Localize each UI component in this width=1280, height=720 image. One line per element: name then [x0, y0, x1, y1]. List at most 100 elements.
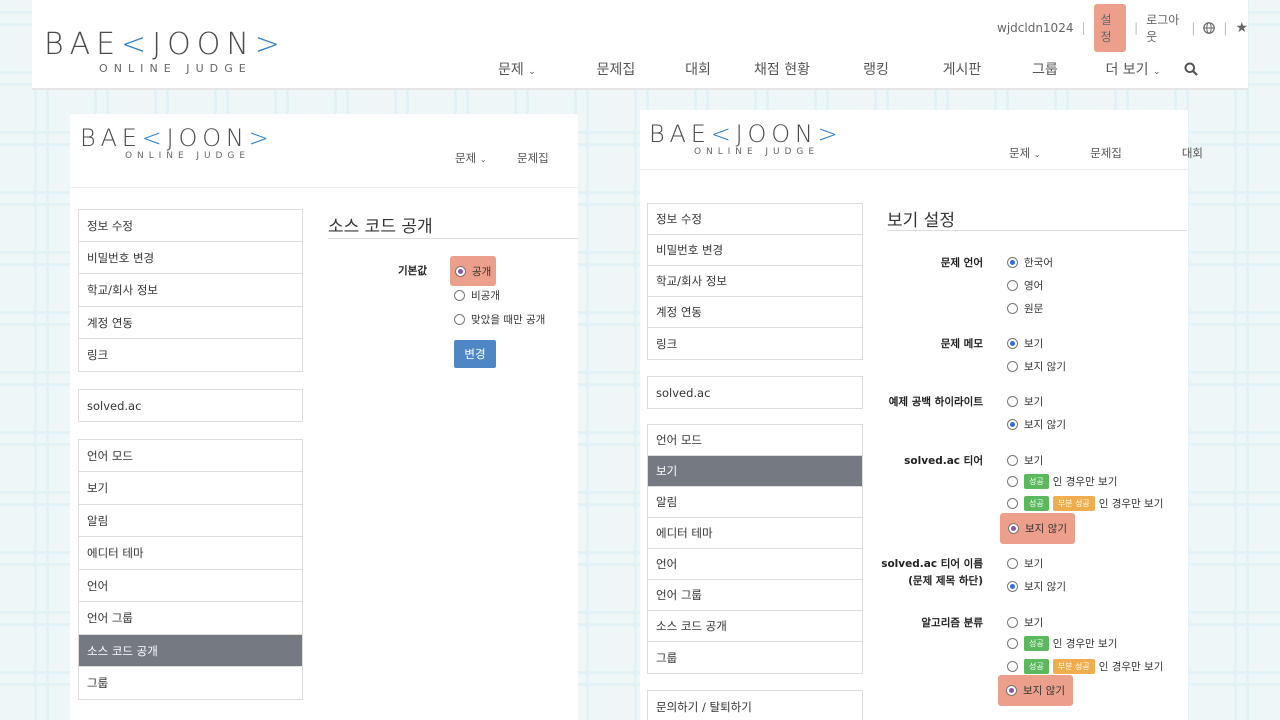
menu-item-language-group[interactable]: 언어 그룹	[648, 580, 862, 611]
globe-icon[interactable]	[1203, 21, 1216, 36]
menu-item-solvedac[interactable]: solved.ac	[79, 390, 302, 421]
menu-item-info[interactable]: 정보 수정	[79, 210, 302, 242]
nav-board[interactable]: 게시판	[922, 59, 1002, 79]
logout-link[interactable]: 로그아웃	[1146, 11, 1183, 45]
chevron-down-icon: ⌄	[1153, 67, 1161, 77]
menu-item-language-mode[interactable]: 언어 모드	[79, 440, 302, 472]
menu-item-oauth[interactable]: 계정 연동	[648, 297, 862, 328]
menu-item-notification[interactable]: 알림	[648, 487, 862, 518]
radio-button[interactable]	[455, 265, 466, 277]
menu-item-language[interactable]: 언어	[648, 549, 862, 580]
menu-item-editor-theme[interactable]: 에디터 테마	[79, 537, 302, 570]
menu-item-code-open[interactable]: 소스 코드 공개	[648, 611, 862, 642]
radio-option-private[interactable]: 비공개	[454, 288, 500, 303]
menu-item-code-open[interactable]: 소스 코드 공개	[79, 635, 302, 667]
radio-option-tier-hide[interactable]: 보지 않기	[1000, 513, 1075, 544]
left-nav: 문제 ⌄ 문제집	[455, 150, 549, 166]
settings-menu-account: 정보 수정 비밀번호 변경 학교/회사 정보 계정 연동 링크	[647, 203, 863, 360]
radio-option-tier-partial[interactable]: 성공 부분 성공 인 경우만 보기	[1007, 496, 1163, 511]
site-logo[interactable]: BAE<JOON> ONLINE JUDGE	[80, 126, 274, 161]
nav-workbook[interactable]: 문제집	[1071, 145, 1141, 161]
field-label-lang: 문제 언어	[940, 257, 983, 269]
radio-option-tiername-show[interactable]: 보기	[1007, 556, 1043, 571]
section-title: 보기 설정	[887, 211, 955, 231]
search-icon[interactable]	[1184, 61, 1198, 77]
menu-item-language[interactable]: 언어	[79, 570, 302, 602]
username-link[interactable]: wjdcldn1024	[997, 21, 1073, 35]
menu-item-oauth[interactable]: 계정 연동	[79, 307, 302, 339]
settings-link[interactable]: 설정	[1093, 4, 1127, 52]
menu-item-language-group[interactable]: 언어 그룹	[79, 602, 302, 635]
nav-ranking[interactable]: 랭킹	[830, 59, 922, 79]
radio-button[interactable]	[454, 290, 465, 301]
radio-option-algo-partial[interactable]: 성공 부분 성공 인 경우만 보기	[1007, 659, 1163, 674]
radio-button[interactable]	[1007, 498, 1018, 509]
radio-button[interactable]	[1007, 638, 1018, 649]
radio-option-ac-only[interactable]: 맞았을 때만 공개	[454, 312, 545, 327]
radio-option-algo-show[interactable]: 보기	[1007, 615, 1043, 630]
settings-menu-preferences: 언어 모드 보기 알림 에디터 테마 언어 언어 그룹 소스 코드 공개 그룹	[78, 439, 303, 700]
radio-option-algo-hide[interactable]: 보지 않기	[998, 675, 1073, 706]
site-logo[interactable]: BAE<JOON> ONLINE JUDGE	[44, 30, 286, 75]
menu-item-inquiry[interactable]: 문의하기 / 탈퇴하기	[648, 691, 862, 720]
radio-option-public[interactable]: 공개	[450, 256, 497, 286]
nav-workbook[interactable]: 문제집	[517, 150, 549, 166]
nav-contest[interactable]: 대회	[1141, 145, 1203, 161]
radio-option-memo-show[interactable]: 보기	[1007, 336, 1043, 351]
radio-button[interactable]	[1007, 661, 1018, 672]
radio-option-memo-hide[interactable]: 보지 않기	[1007, 359, 1066, 374]
radio-button[interactable]	[454, 314, 465, 325]
menu-item-group[interactable]: 그룹	[79, 667, 302, 699]
radio-option-space-show[interactable]: 보기	[1007, 394, 1043, 409]
radio-option-tier-success[interactable]: 성공 인 경우만 보기	[1007, 474, 1117, 489]
menu-item-link[interactable]: 링크	[648, 328, 862, 359]
radio-button[interactable]	[1007, 455, 1018, 466]
radio-option-english[interactable]: 영어	[1007, 278, 1043, 293]
radio-button[interactable]	[1007, 419, 1018, 430]
nav-more[interactable]: 더 보기 ⌄	[1088, 59, 1178, 79]
radio-button[interactable]	[1007, 617, 1018, 628]
nav-group[interactable]: 그룹	[1002, 59, 1088, 79]
menu-item-link[interactable]: 링크	[79, 339, 302, 371]
radio-option-original[interactable]: 원문	[1007, 301, 1043, 316]
nav-problems[interactable]: 문제 ⌄	[498, 59, 570, 79]
radio-option-tiername-hide[interactable]: 보지 않기	[1007, 579, 1066, 594]
radio-button[interactable]	[1007, 581, 1018, 592]
menu-item-notification[interactable]: 알림	[79, 505, 302, 537]
site-logo[interactable]: BAE<JOON> ONLINE JUDGE	[649, 122, 843, 157]
menu-item-school[interactable]: 학교/회사 정보	[79, 274, 302, 307]
menu-item-language-mode[interactable]: 언어 모드	[648, 425, 862, 456]
nav-status[interactable]: 채점 현황	[734, 59, 830, 79]
radio-option-space-hide[interactable]: 보지 않기	[1007, 417, 1066, 432]
radio-button[interactable]	[1007, 558, 1018, 569]
menu-item-school[interactable]: 학교/회사 정보	[648, 266, 862, 297]
nav-contest[interactable]: 대회	[662, 59, 734, 79]
menu-item-editor-theme[interactable]: 에디터 테마	[648, 518, 862, 549]
nav-workbook[interactable]: 문제집	[570, 59, 662, 79]
star-icon[interactable]: ★	[1235, 20, 1248, 36]
radio-option-korean[interactable]: 한국어	[1007, 255, 1053, 270]
radio-button[interactable]	[1007, 338, 1018, 349]
nav-problems[interactable]: 문제 ⌄	[455, 150, 517, 166]
menu-item-solvedac[interactable]: solved.ac	[648, 377, 862, 408]
radio-button[interactable]	[1007, 476, 1018, 487]
radio-button[interactable]	[1006, 685, 1017, 696]
submit-button[interactable]: 변경	[454, 340, 496, 368]
menu-item-info[interactable]: 정보 수정	[648, 204, 862, 235]
settings-menu-support: 문의하기 / 탈퇴하기	[647, 690, 863, 720]
radio-button[interactable]	[1007, 303, 1018, 314]
radio-button[interactable]	[1007, 257, 1018, 268]
menu-item-password[interactable]: 비밀번호 변경	[79, 242, 302, 274]
menu-item-group[interactable]: 그룹	[648, 642, 862, 673]
radio-option-tier-show[interactable]: 보기	[1007, 453, 1043, 468]
menu-item-password[interactable]: 비밀번호 변경	[648, 235, 862, 266]
radio-button[interactable]	[1007, 280, 1018, 291]
nav-problems[interactable]: 문제 ⌄	[1009, 145, 1071, 161]
radio-button[interactable]	[1008, 523, 1019, 534]
radio-button[interactable]	[1007, 361, 1018, 372]
field-label-default: 기본값	[398, 265, 427, 277]
menu-item-view[interactable]: 보기	[648, 456, 862, 487]
radio-option-algo-success[interactable]: 성공 인 경우만 보기	[1007, 636, 1117, 651]
radio-button[interactable]	[1007, 396, 1018, 407]
menu-item-view[interactable]: 보기	[79, 472, 302, 505]
